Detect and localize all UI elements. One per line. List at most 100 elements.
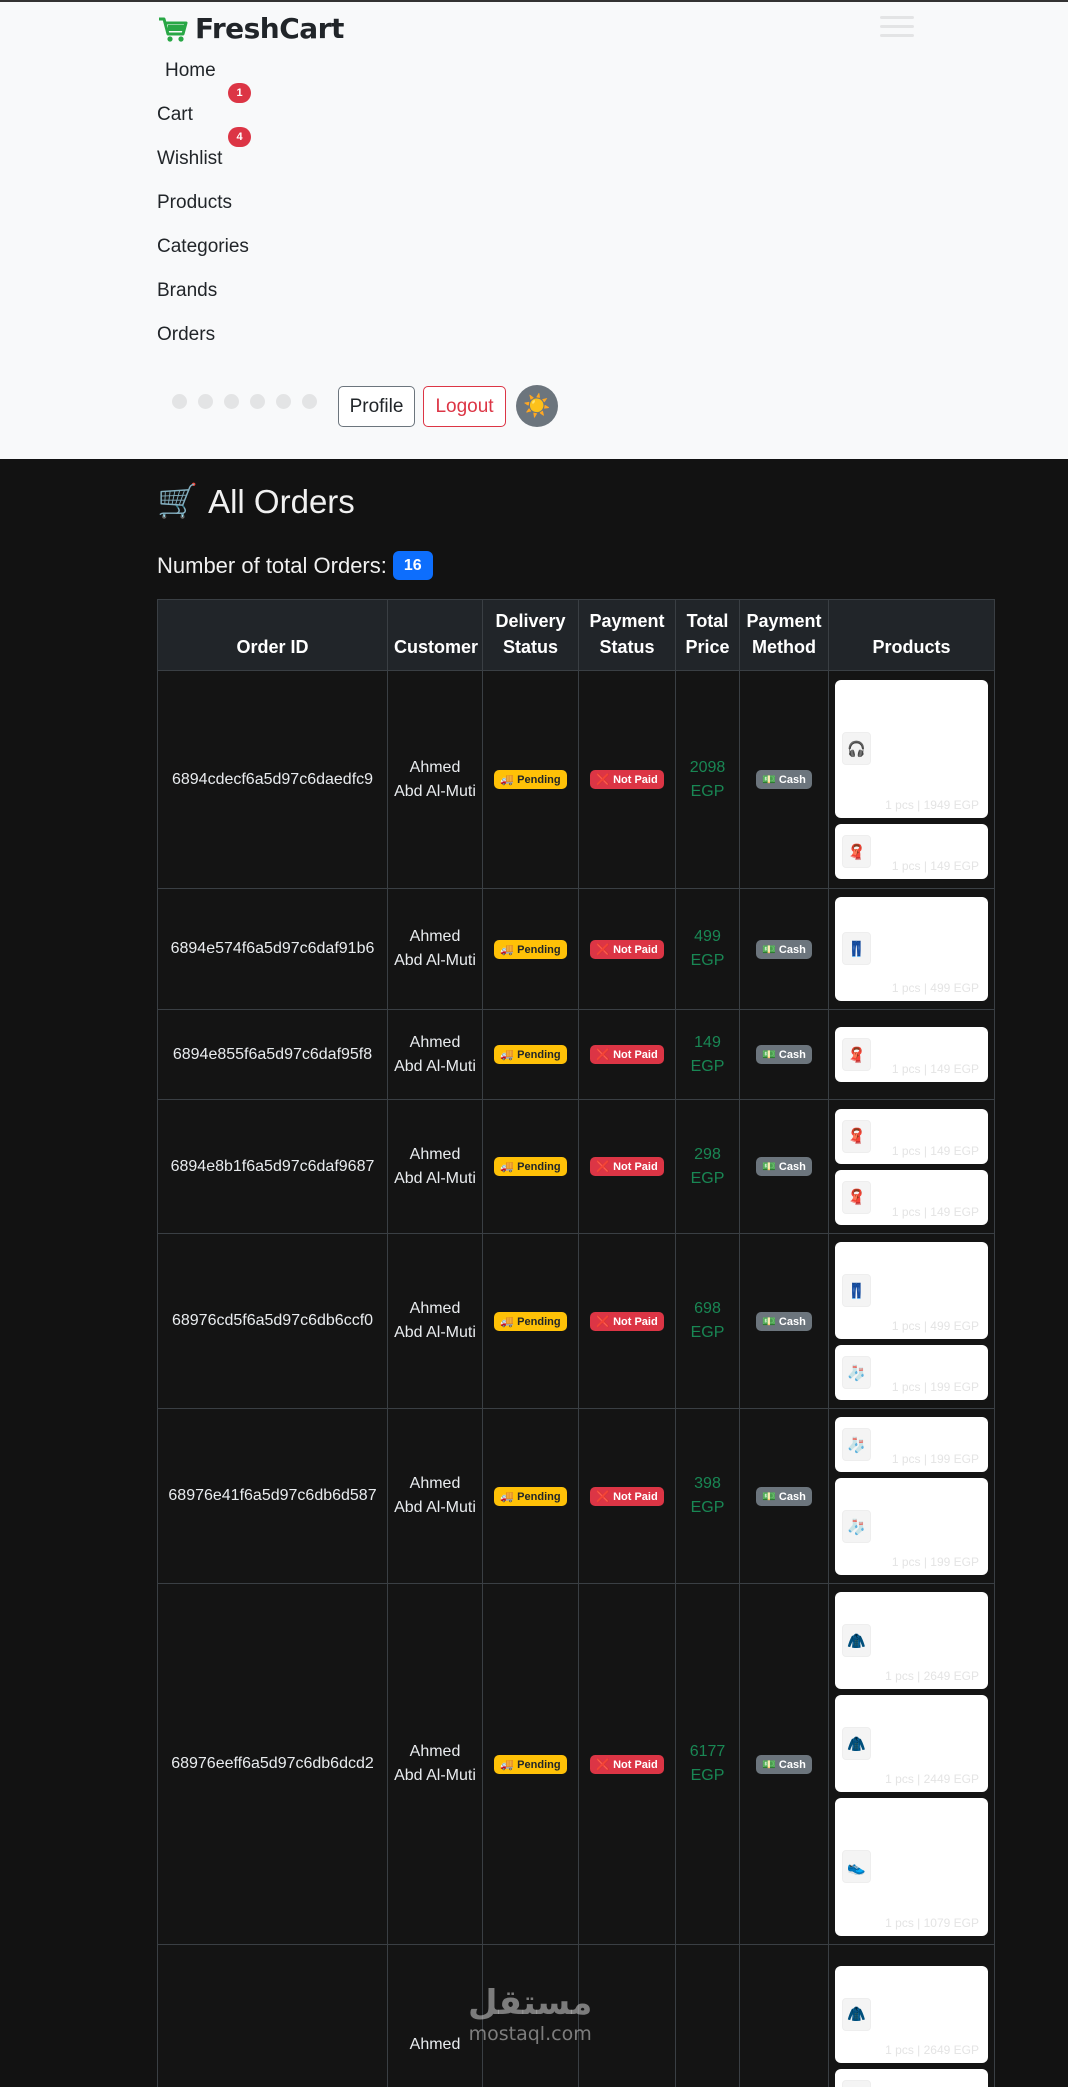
product-thumbnail: 🧥: [842, 1997, 871, 2031]
product-qty-price: 1 pcs | 1949 EGP: [885, 798, 979, 812]
delivery-status-badge: 🚚 Pending: [494, 1311, 567, 1331]
customer-name: Ahmed Abd Al-Muti: [394, 758, 476, 800]
product-card[interactable]: 🧣 1 pcs | 149 EGP: [835, 1169, 988, 1225]
product-card[interactable]: 👟 1 pcs | 1079 EGP: [835, 1798, 988, 1936]
product-card[interactable]: 🧦 1 pcs | 199 EGP: [835, 1345, 988, 1400]
delivery-status-badge: 🚚 Pending: [494, 1045, 567, 1064]
linkedin-icon[interactable]: [276, 394, 291, 409]
product-card[interactable]: [835, 2068, 988, 2087]
product-thumbnail: 🧥: [842, 1624, 871, 1657]
payment-status-badge: ❌ Not Paid: [590, 1754, 664, 1774]
product-card[interactable]: 🧣 1 pcs | 149 EGP: [835, 824, 988, 879]
nav-orders[interactable]: Orders: [157, 324, 215, 346]
total-price: 149 EGP: [690, 1033, 725, 1075]
cart-logo-icon: [159, 17, 188, 42]
delivery-status-cell: 🚚 Pending: [482, 1099, 579, 1234]
table-row: 6894e855f6a5d97c6daf95f8 Ahmed Abd Al-Mut…: [157, 1009, 995, 1100]
product-qty-price: 1 pcs | 149 EGP: [891, 1204, 979, 1219]
delivery-status-badge: 🚚 Pending: [494, 939, 567, 959]
total-price-cell: 398 EGP: [675, 1408, 740, 1584]
order-id-cell: 6894e855f6a5d97c6daf95f8: [157, 1009, 388, 1100]
delivery-status-badge: 🚚 Pending: [494, 1157, 567, 1176]
table-row: 6894e8b1f6a5d97c6daf9687 Ahmed Abd Al-Mut…: [157, 1099, 995, 1234]
col-order-id: Order ID: [157, 599, 388, 671]
product-qty-price: 1 pcs | 499 EGP: [891, 1319, 979, 1333]
logout-button[interactable]: Logout: [423, 386, 506, 427]
product-qty-price: 1 pcs | 499 EGP: [891, 981, 979, 995]
product-card[interactable]: 👖 1 pcs | 499 EGP: [835, 897, 988, 1001]
table-row: 6894cdecf6a5d97c6daedfc9 Ahmed Abd Al-Mut…: [157, 670, 995, 889]
col-customer: Customer: [387, 599, 483, 671]
nav-home[interactable]: Home: [165, 60, 216, 82]
nav-categories[interactable]: Categories: [157, 236, 249, 258]
nav-wishlist[interactable]: Wishlist: [157, 148, 222, 170]
product-card[interactable]: 🧦 1 pcs | 199 EGP: [835, 1417, 988, 1472]
page-title: 🛒 All Orders: [157, 482, 355, 521]
total-price-cell: 698 EGP: [675, 1233, 740, 1409]
product-qty-price: 1 pcs | 149 EGP: [891, 859, 979, 873]
wishlist-count-badge: 4: [228, 127, 251, 147]
product-qty-price: 1 pcs | 199 EGP: [891, 1380, 979, 1394]
products-cell: 🧦 1 pcs | 199 EGP 🧦 1 pcs | 199 EGP: [828, 1408, 995, 1584]
product-qty-price: 1 pcs | 149 EGP: [891, 1143, 979, 1158]
product-thumbnail: 🎧: [842, 732, 871, 765]
product-card[interactable]: 🧣 1 pcs | 149 EGP: [835, 1027, 988, 1082]
facebook-icon[interactable]: [198, 394, 213, 409]
product-thumbnail: 🧣: [842, 1180, 871, 1214]
order-id: 68976e41f6a5d97c6db6d587: [168, 1487, 377, 1504]
customer-cell: Ahmed Abd Al-Muti: [387, 1009, 483, 1100]
nav-brands[interactable]: Brands: [157, 280, 217, 302]
payment-status-cell: ❌ Not Paid: [578, 888, 676, 1010]
payment-method-badge: 💵 Cash: [756, 1157, 812, 1176]
nav-products[interactable]: Products: [157, 192, 232, 214]
payment-status-cell: ❌ Not Paid: [578, 1099, 676, 1234]
theme-toggle-button[interactable]: ☀️: [516, 385, 558, 427]
table-row: 68976eeff6a5d97c6db6dcd2 Ahmed Abd Al-Mut…: [157, 1583, 995, 1945]
twitter-icon[interactable]: [250, 394, 265, 409]
instagram-icon[interactable]: [172, 394, 187, 409]
product-card[interactable]: 🧥 1 pcs | 2449 EGP: [835, 1695, 988, 1792]
brand-logo[interactable]: FreshCart: [157, 12, 344, 45]
total-price: 298 EGP: [690, 1145, 725, 1187]
order-id: 6894e855f6a5d97c6daf95f8: [172, 1045, 373, 1063]
product-card[interactable]: 👖 1 pcs | 499 EGP: [835, 1242, 988, 1339]
order-id-cell: 68976cd5f6a5d97c6db6ccf0: [157, 1233, 388, 1409]
navbar: FreshCart Home Cart 1 Wishlist 4 Product…: [0, 0, 1068, 459]
product-card[interactable]: 🧥 1 pcs | 2649 EGP: [835, 1592, 988, 1689]
profile-button[interactable]: Profile: [338, 386, 415, 427]
social-links: [172, 394, 317, 409]
payment-status-badge: ❌ Not Paid: [590, 939, 664, 959]
product-card[interactable]: 🧥 1 pcs | 2649 EGP: [835, 1965, 988, 2063]
youtube-icon[interactable]: [302, 394, 317, 409]
tiktok-icon[interactable]: [224, 394, 239, 409]
orders-total-label: Number of total Orders:: [157, 552, 387, 578]
payment-status-badge: ❌ Not Paid: [590, 1311, 664, 1331]
total-price: 698 EGP: [690, 1300, 725, 1341]
col-products: Products: [828, 599, 995, 671]
product-thumbnail: 🧥: [842, 1727, 871, 1760]
product-card[interactable]: 🧣 1 pcs | 149 EGP: [835, 1108, 988, 1164]
menu-toggle-icon[interactable]: [872, 10, 922, 50]
payment-method-cell: 💵 Cash: [739, 1583, 829, 1945]
product-qty-price: 1 pcs | 2649 EGP: [885, 1669, 979, 1683]
total-price-cell: 2098 EGP: [675, 670, 740, 889]
product-card[interactable]: 🎧 1 pcs | 1949 EGP: [835, 680, 988, 818]
table-row: 68976e41f6a5d97c6db6d587 Ahmed Abd Al-Mut…: [157, 1408, 995, 1584]
customer-cell: Ahmed Abd Al-Muti: [387, 1233, 483, 1409]
nav-cart[interactable]: Cart: [157, 104, 193, 126]
col-payment-status: Payment Status: [578, 599, 676, 671]
payment-method-badge: 💵 Cash: [756, 1486, 812, 1506]
total-price: 499 EGP: [690, 928, 725, 969]
delivery-status-cell: 🚚 Pending: [482, 1408, 579, 1584]
products-cell: 🧥 1 pcs | 2649 EGP 🧥 1 pcs | 2449 EGP 👟 1 pcs…: [828, 1583, 995, 1945]
product-card[interactable]: 🧦 1 pcs | 199 EGP: [835, 1478, 988, 1575]
customer-cell: Ahmed Abd Al-Muti: [387, 1408, 483, 1584]
payment-method-cell: 💵 Cash: [739, 888, 829, 1010]
product-qty-price: 1 pcs | 199 EGP: [891, 1555, 979, 1569]
payment-status-cell: ❌ Not Paid: [578, 1009, 676, 1100]
delivery-status-cell: 🚚 Pending: [482, 888, 579, 1010]
customer-cell: Ahmed Abd Al-Muti: [387, 888, 483, 1010]
payment-method-cell: 💵 Cash: [739, 1009, 829, 1100]
order-id-cell: 68976eeff6a5d97c6db6dcd2: [157, 1583, 388, 1945]
products-cell: 🎧 1 pcs | 1949 EGP 🧣 1 pcs | 149 EGP: [828, 670, 995, 889]
